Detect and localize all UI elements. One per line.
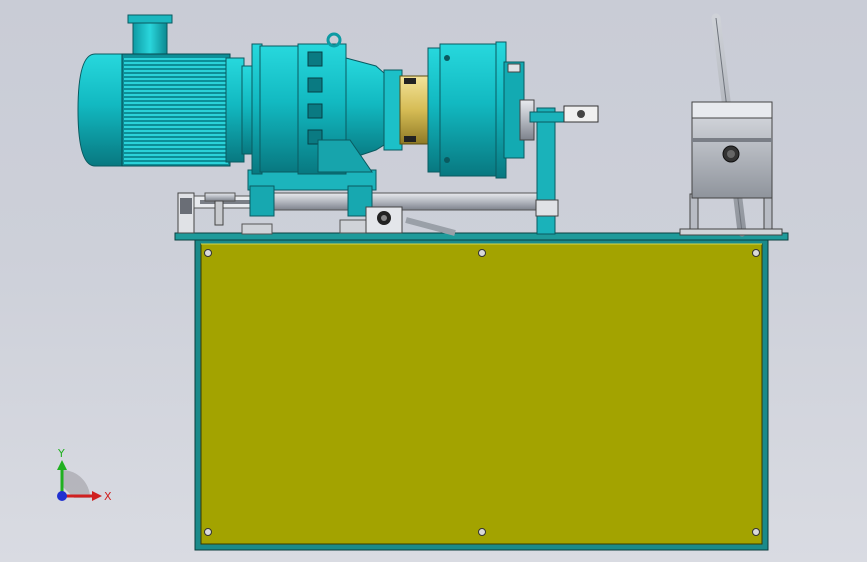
panel-screw bbox=[478, 249, 486, 257]
motor-end-cap bbox=[77, 53, 126, 167]
fin bbox=[124, 110, 228, 112]
fin bbox=[124, 130, 228, 132]
coordinate-triad: Y X bbox=[57, 447, 112, 503]
panel-screw bbox=[204, 249, 212, 257]
cad-viewport[interactable]: Y X bbox=[0, 0, 867, 562]
z-axis-point bbox=[57, 491, 67, 501]
panel-screw bbox=[752, 249, 760, 257]
fin bbox=[124, 94, 228, 96]
fin bbox=[124, 102, 228, 104]
diagonal-rod bbox=[405, 217, 456, 236]
fin bbox=[124, 82, 228, 84]
fin bbox=[124, 162, 228, 164]
fin bbox=[124, 78, 228, 80]
fin bbox=[124, 146, 228, 148]
y-axis-label: Y bbox=[57, 447, 65, 460]
terminal-box bbox=[132, 17, 168, 57]
panel-screw bbox=[478, 528, 486, 536]
hydraulic-pump[interactable] bbox=[427, 41, 535, 179]
tank-panel[interactable] bbox=[200, 243, 763, 545]
fin bbox=[124, 66, 228, 68]
fin bbox=[124, 70, 228, 72]
fin bbox=[124, 86, 228, 88]
panel-screw bbox=[752, 528, 760, 536]
valve-block[interactable] bbox=[679, 101, 783, 236]
gear-reducer[interactable] bbox=[251, 32, 403, 175]
fin bbox=[124, 154, 228, 156]
fin bbox=[124, 142, 228, 144]
fin bbox=[124, 98, 228, 100]
panel-screw bbox=[204, 528, 212, 536]
fin bbox=[124, 138, 228, 140]
oil-tank[interactable] bbox=[194, 237, 769, 551]
x-axis-label: X bbox=[104, 490, 112, 503]
fin bbox=[124, 90, 228, 92]
electric-motor[interactable] bbox=[77, 14, 257, 167]
cad-model-drawing[interactable]: Y X bbox=[0, 0, 867, 562]
fin bbox=[124, 150, 228, 152]
fin bbox=[124, 106, 228, 108]
fin bbox=[124, 114, 228, 116]
fin bbox=[124, 158, 228, 160]
fin bbox=[124, 126, 228, 128]
fin bbox=[124, 74, 228, 76]
fin bbox=[124, 62, 228, 64]
fin bbox=[124, 134, 228, 136]
fin bbox=[124, 122, 228, 124]
fin bbox=[124, 58, 228, 60]
pump-bracket[interactable] bbox=[529, 105, 599, 235]
fin bbox=[124, 118, 228, 120]
